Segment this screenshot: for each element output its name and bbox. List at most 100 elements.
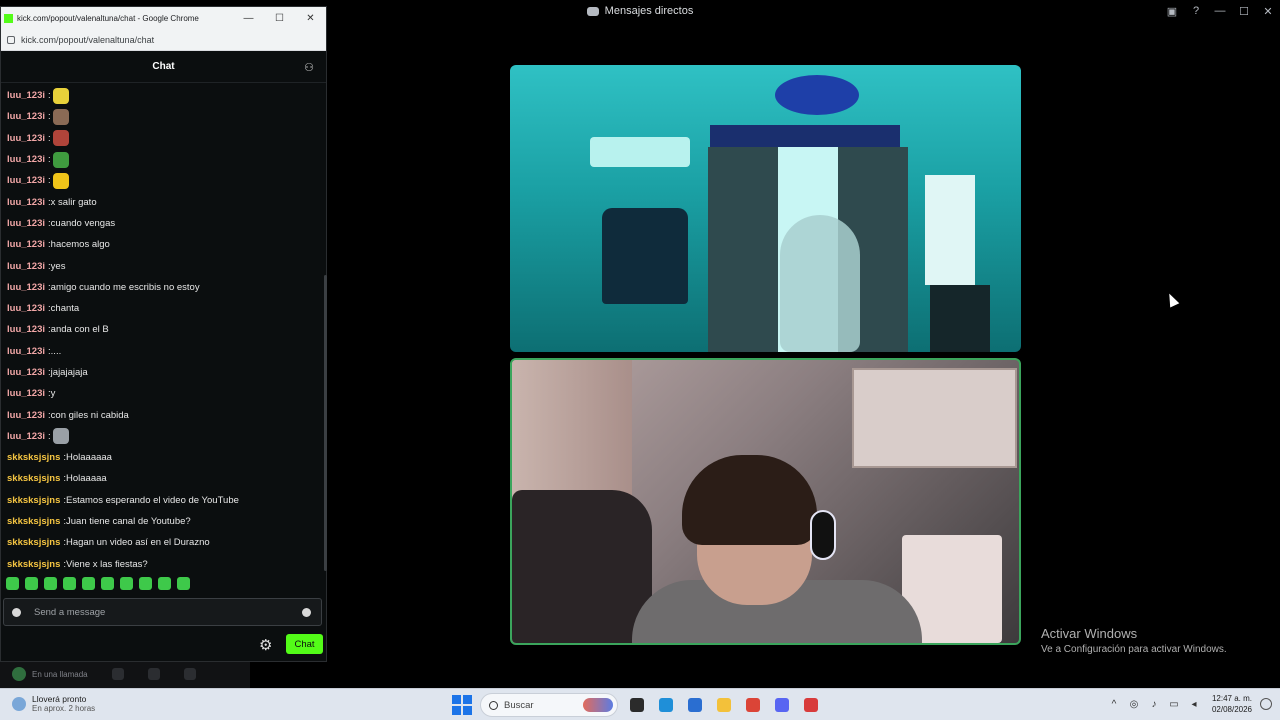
send-chat-button[interactable]: Chat xyxy=(286,634,323,654)
discord-call-bar: En una llamada xyxy=(0,660,250,688)
chat-message-list[interactable]: luu_123i: luu_123i: luu_123i: luu_123i: … xyxy=(1,85,321,569)
chat-message: luu_123i: y xyxy=(7,383,321,404)
chat-username[interactable]: luu_123i xyxy=(7,388,45,399)
chat-username[interactable]: skksksjsjns xyxy=(7,473,60,484)
quick-emote-icon[interactable] xyxy=(139,577,152,590)
chat-username[interactable]: luu_123i xyxy=(7,197,45,208)
chat-input[interactable]: Send a message xyxy=(3,598,322,626)
chat-username[interactable]: skksksjsjns xyxy=(7,452,60,463)
watermark-title: Activar Windows xyxy=(1041,626,1138,641)
app-icon-glyph xyxy=(804,698,818,712)
weather-widget[interactable]: Lloverá pronto En aprox. 2 horas xyxy=(12,694,95,713)
chat-username[interactable]: skksksjsjns xyxy=(7,516,60,527)
call-control-button[interactable] xyxy=(183,668,196,680)
chevron-up-icon[interactable]: ^ xyxy=(1108,698,1120,710)
chat-username[interactable]: luu_123i xyxy=(7,90,45,101)
taskbar-search[interactable]: Buscar xyxy=(480,693,618,717)
site-info-icon[interactable] xyxy=(7,35,15,44)
chat-username[interactable]: luu_123i xyxy=(7,431,45,442)
video-tile-bottom[interactable] xyxy=(510,358,1021,645)
chat-username[interactable]: luu_123i xyxy=(7,218,45,229)
chrome-minimize-button[interactable]: — xyxy=(233,7,264,29)
chat-emote-icon xyxy=(52,108,69,125)
chat-username[interactable]: skksksjsjns xyxy=(7,495,60,506)
scene-ceiling-light xyxy=(775,75,859,115)
chrome-maximize-button[interactable]: ☐ xyxy=(264,7,295,29)
video-tile-top[interactable] xyxy=(510,65,1021,352)
chat-username[interactable]: luu_123i xyxy=(7,261,45,272)
quick-emote-icon[interactable] xyxy=(177,577,190,590)
chat-separator: : xyxy=(48,111,51,123)
watermark-subtitle: Ve a Configuración para activar Windows. xyxy=(1041,644,1227,655)
discord-icon[interactable] xyxy=(771,694,793,716)
quick-emote-icon[interactable] xyxy=(120,577,133,590)
edge-icon[interactable] xyxy=(655,694,677,716)
screen: Mensajes directos ▣ ? — ☐ ✕ Activar Wind… xyxy=(0,0,1280,720)
users-icon[interactable]: ⚇ xyxy=(304,61,314,74)
call-status-icon xyxy=(12,667,26,681)
call-control-button[interactable] xyxy=(147,668,160,680)
chat-text: con giles ni cabida xyxy=(50,409,129,421)
start-button[interactable] xyxy=(452,695,472,715)
chat-text: amigo cuando me escribis no estoy xyxy=(50,281,200,293)
clock[interactable]: 12:47 a. m. 02/08/2026 xyxy=(1212,693,1252,715)
gear-icon[interactable]: ⚙ xyxy=(259,636,272,654)
chat-username[interactable]: luu_123i xyxy=(7,282,45,293)
chat-username[interactable]: luu_123i xyxy=(7,239,45,250)
chat-username[interactable]: skksksjsjns xyxy=(7,559,60,569)
monitor-icon[interactable]: ▭ xyxy=(1168,698,1180,710)
quick-emote-icon[interactable] xyxy=(63,577,76,590)
chat-username[interactable]: luu_123i xyxy=(7,324,45,335)
search-highlight-image xyxy=(583,698,613,712)
network-icon[interactable]: ◎ xyxy=(1128,698,1140,710)
call-control-button[interactable] xyxy=(111,668,124,680)
quick-emote-icon[interactable] xyxy=(44,577,57,590)
discord-minimize-button[interactable]: — xyxy=(1208,0,1232,22)
microphone-icon[interactable]: ♪ xyxy=(1148,698,1160,710)
chat-text: Viene x las fiestas? xyxy=(66,558,148,569)
chat-username[interactable]: luu_123i xyxy=(7,154,45,165)
chat-message: luu_123i: xyxy=(7,106,321,127)
chat-username[interactable]: luu_123i xyxy=(7,346,45,357)
file-explorer-icon[interactable] xyxy=(626,694,648,716)
taskbar-center: Buscar xyxy=(452,693,822,717)
inbox-icon[interactable]: ▣ xyxy=(1160,0,1184,22)
chrome-titlebar[interactable]: kick.com/popout/valenaltuna/chat - Googl… xyxy=(1,7,326,29)
chat-username[interactable]: luu_123i xyxy=(7,133,45,144)
start-logo-pane xyxy=(462,695,472,705)
store-icon[interactable] xyxy=(684,694,706,716)
chat-username[interactable]: luu_123i xyxy=(7,367,45,378)
chat-message: skksksjsjns: Hagan un video así en el Du… xyxy=(7,532,321,553)
quick-emote-icon[interactable] xyxy=(25,577,38,590)
app-icon[interactable] xyxy=(800,694,822,716)
chat-username[interactable]: skksksjsjns xyxy=(7,537,60,548)
quick-emote-icon[interactable] xyxy=(101,577,114,590)
quick-emote-icon[interactable] xyxy=(82,577,95,590)
help-icon[interactable]: ? xyxy=(1184,0,1208,22)
weather-title: Lloverá pronto xyxy=(32,694,87,704)
chat-username[interactable]: luu_123i xyxy=(7,303,45,314)
chrome-close-button[interactable]: ✕ xyxy=(295,7,326,29)
quick-emote-icon[interactable] xyxy=(6,577,19,590)
emoji-picker-icon[interactable] xyxy=(302,608,311,617)
notification-icon[interactable] xyxy=(1260,698,1272,710)
chrome-url-bar[interactable]: kick.com/popout/valenaltuna/chat xyxy=(1,29,326,51)
chat-username[interactable]: luu_123i xyxy=(7,175,45,186)
scene-person xyxy=(632,455,922,643)
chat-message: luu_123i: x salir gato xyxy=(7,191,321,212)
chat-text: anda con el B xyxy=(50,324,109,336)
volume-icon[interactable]: ◂ xyxy=(1188,698,1200,710)
chat-username[interactable]: luu_123i xyxy=(7,111,45,122)
discord-maximize-button[interactable]: ☐ xyxy=(1232,0,1256,22)
chat-username[interactable]: luu_123i xyxy=(7,410,45,421)
chat-message: luu_123i: .... xyxy=(7,341,321,362)
chat-text: chanta xyxy=(50,303,80,315)
chat-emote-icon xyxy=(52,87,69,104)
discord-title-text: Mensajes directos xyxy=(604,5,694,17)
quick-emote-icon[interactable] xyxy=(158,577,171,590)
folder-icon[interactable] xyxy=(713,694,735,716)
chat-scrollbar[interactable] xyxy=(324,275,327,571)
chat-message: skksksjsjns: Viene x las fiestas? xyxy=(7,554,321,569)
discord-close-button[interactable]: ✕ xyxy=(1256,0,1280,22)
chrome-icon[interactable] xyxy=(742,694,764,716)
